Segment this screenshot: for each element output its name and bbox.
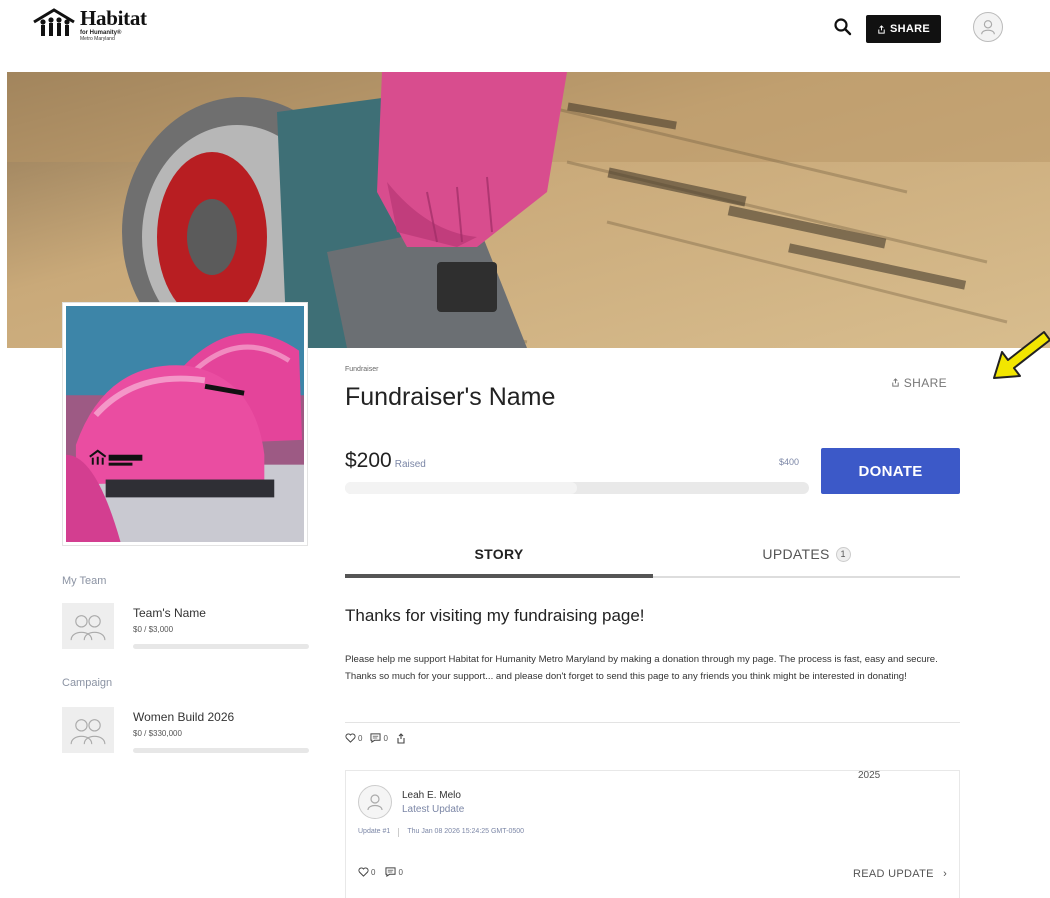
latest-update-card[interactable]: Leah E. Melo Latest Update Update #1 Thu… — [345, 770, 960, 898]
fundraiser-profile-photo — [62, 302, 308, 546]
share-icon — [397, 732, 405, 744]
fundraiser-kicker: Fundraiser — [345, 366, 379, 373]
site-header: Habitat for Humanity® Metro Maryland SHA… — [0, 0, 1050, 72]
campaign-avatar — [62, 707, 114, 753]
habitat-logo[interactable]: Habitat for Humanity® Metro Maryland — [32, 8, 152, 56]
search-icon — [834, 18, 852, 36]
logo-wordmark: Habitat — [80, 6, 147, 30]
story-comment-button[interactable]: 0 — [370, 733, 388, 743]
story-like-button[interactable]: 0 — [345, 733, 362, 743]
fundraising-progress-bar — [345, 482, 809, 494]
user-icon — [367, 794, 383, 811]
content-tabs: STORY UPDATES 1 — [345, 532, 960, 578]
story-divider — [345, 722, 960, 723]
yellow-arrow-icon — [993, 331, 1050, 379]
active-tab-indicator — [345, 574, 653, 578]
tab-story[interactable]: STORY — [345, 532, 653, 576]
campaign-progress-bar — [133, 748, 309, 753]
update-meta: Update #1 Thu Jan 08 2026 15:24:25 GMT-0… — [358, 828, 524, 837]
raised-value: $200 — [345, 449, 392, 472]
update-like-count: 0 — [371, 868, 376, 877]
team-name: Team's Name — [133, 606, 206, 620]
progress-fill — [345, 482, 577, 494]
share-icon — [892, 378, 899, 387]
campaign-label: Campaign — [62, 677, 113, 689]
story-like-count: 0 — [358, 734, 363, 743]
story-title: Thanks for visiting my fundraising page! — [345, 606, 645, 625]
update-reactions: 0 0 — [358, 867, 403, 877]
my-team-label: My Team — [62, 575, 107, 587]
amount-raised: $200 Raised — [345, 449, 426, 473]
campaign-name: Women Build 2026 — [133, 710, 235, 724]
team-card[interactable]: Team's Name $0 / $3,000 — [62, 603, 310, 649]
comment-icon — [385, 867, 396, 877]
update-comment-button[interactable]: 0 — [385, 867, 403, 877]
read-update-link[interactable]: READ UPDATE › — [853, 868, 947, 880]
campaign-card[interactable]: Women Build 2026 $0 / $330,000 — [62, 707, 310, 753]
user-icon — [981, 20, 995, 35]
user-avatar-button[interactable] — [973, 12, 1003, 42]
pink-hardhats-photo — [66, 306, 304, 542]
read-update-label: READ UPDATE — [853, 868, 934, 880]
share-icon — [878, 24, 885, 34]
story-share-button[interactable] — [396, 732, 406, 744]
search-button[interactable] — [832, 16, 854, 38]
header-share-button[interactable]: SHARE — [866, 15, 941, 43]
campaign-amount: $0 / $330,000 — [133, 729, 182, 738]
team-progress-bar — [133, 644, 309, 649]
updates-count-badge: 1 — [835, 546, 851, 562]
tab-updates-label: UPDATES — [762, 546, 830, 562]
chevron-right-icon: › — [943, 868, 948, 880]
team-amount: $0 / $3,000 — [133, 625, 174, 634]
update-comment-count: 0 — [398, 868, 403, 877]
page-share-link[interactable]: SHARE — [891, 376, 947, 390]
story-body: Please help me support Habitat for Human… — [345, 654, 938, 682]
fundraiser-name: Fundraiser's Name — [345, 383, 556, 411]
house-people-icon — [33, 8, 75, 36]
meta-separator — [398, 828, 400, 837]
page-share-label: SHARE — [903, 376, 948, 390]
update-date: Thu Jan 08 2026 15:24:25 GMT-0500 — [407, 828, 525, 835]
story-reactions: 0 0 — [345, 730, 406, 746]
update-number: Update #1 — [358, 828, 391, 835]
raised-label: Raised — [394, 459, 426, 470]
update-like-button[interactable]: 0 — [358, 867, 375, 877]
heart-icon — [358, 867, 369, 877]
update-label: Latest Update — [402, 804, 465, 815]
update-author-name: Leah E. Melo — [402, 790, 461, 801]
logo-affiliate: Metro Maryland — [80, 36, 115, 42]
team-avatar — [62, 603, 114, 649]
heart-icon — [345, 733, 356, 743]
comment-icon — [370, 733, 381, 743]
donate-button[interactable]: DONATE — [821, 448, 960, 494]
header-share-label: SHARE — [889, 23, 930, 35]
group-icon — [70, 719, 106, 745]
tab-updates[interactable]: UPDATES 1 — [653, 532, 960, 576]
year-annotation: 2025 — [858, 770, 881, 781]
update-author-avatar — [358, 785, 392, 819]
group-icon — [70, 615, 106, 641]
story-comment-count: 0 — [383, 734, 388, 743]
goal-amount: $400 — [779, 457, 800, 467]
